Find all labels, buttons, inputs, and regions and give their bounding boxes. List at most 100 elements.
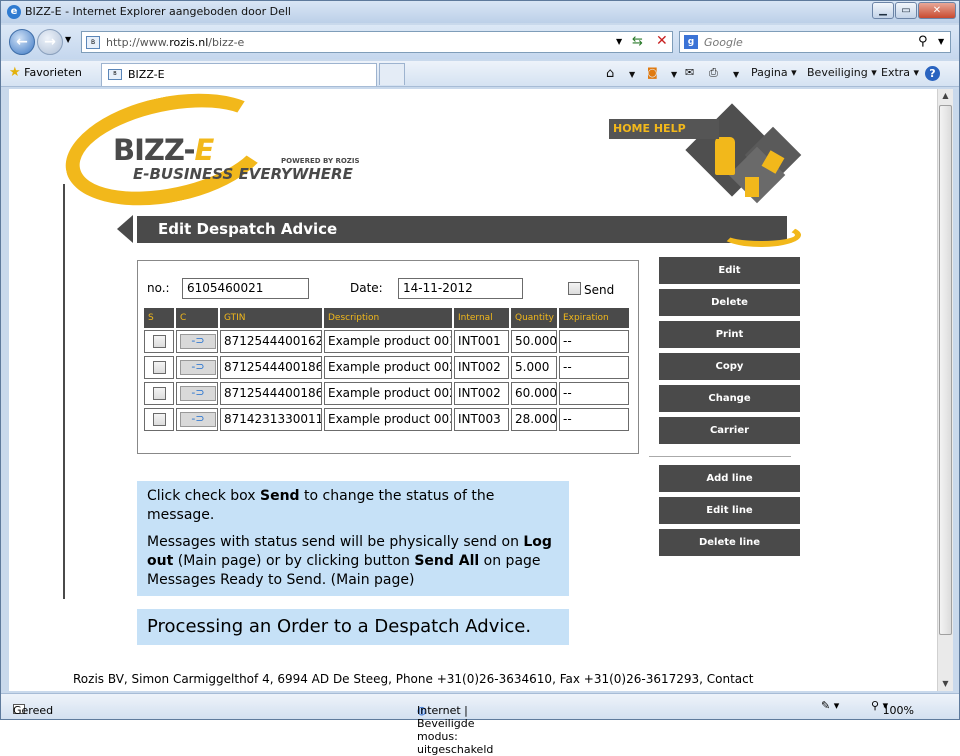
extra-menu[interactable]: Extra ▾ xyxy=(881,66,919,79)
stop-icon[interactable]: ✕ xyxy=(656,33,668,49)
print-dropdown-icon[interactable]: ▼ xyxy=(733,70,739,79)
row-checkbox[interactable] xyxy=(153,361,166,374)
logo-powered-by: POWERED BY ROZIS xyxy=(281,157,360,165)
page-menu[interactable]: Pagina ▾ xyxy=(751,66,797,79)
tab-bizz-e[interactable]: B BIZZ-E xyxy=(101,63,377,86)
zone-label: Internet | Beveiligde modus: uitgeschake… xyxy=(417,704,494,756)
page-icon: B xyxy=(86,36,100,49)
copy-button[interactable]: Copy xyxy=(659,353,800,380)
address-row: ← → ▼ B http://www.rozis.nl/bizz-e ▼ ⇆ ✕… xyxy=(1,25,959,59)
search-box[interactable]: g Google ⚲ ▼ xyxy=(679,31,951,53)
row-description: Example product 002 xyxy=(324,382,452,405)
address-bar[interactable]: B http://www.rozis.nl/bizz-e ▼ ⇆ ✕ xyxy=(81,31,673,53)
search-placeholder: Google xyxy=(704,36,743,49)
scroll-up-icon[interactable]: ▲ xyxy=(938,89,953,103)
button-separator xyxy=(649,456,791,457)
home-dropdown-icon[interactable]: ▼ xyxy=(629,70,635,79)
note-text: Messages with status send will be physic… xyxy=(147,534,524,550)
page-title: Edit Despatch Advice xyxy=(137,216,787,243)
send-label: Send xyxy=(584,283,615,297)
row-internal: INT003 xyxy=(454,408,509,431)
row-open-button[interactable]: -⊃ xyxy=(176,408,218,431)
feeds-icon[interactable]: ◙ xyxy=(647,66,658,79)
url-domain: rozis.nl xyxy=(169,36,209,49)
row-open-button[interactable]: -⊃ xyxy=(176,382,218,405)
print-icon[interactable]: ⎙ xyxy=(709,66,718,80)
favorites-button[interactable]: ★ Favorieten xyxy=(9,64,82,84)
home-help-link[interactable]: HOME HELP xyxy=(609,119,719,139)
forward-button[interactable]: → xyxy=(37,29,63,55)
mail-icon[interactable]: ✉ xyxy=(685,66,694,79)
row-select-cell xyxy=(144,356,174,379)
edit-line-button[interactable]: Edit line xyxy=(659,497,800,524)
row-gtin: 8714231330011 xyxy=(220,408,322,431)
zoom-control[interactable]: ⚲ 100% ▾ xyxy=(871,699,914,717)
google-icon: g xyxy=(684,35,698,49)
row-checkbox[interactable] xyxy=(153,387,166,400)
favorites-bar: ★ Favorieten B BIZZ-E ⌂ ▼ ◙ ▼ ✉ ⎙ ▼ Pagin… xyxy=(1,61,959,87)
note-bold: Send xyxy=(260,488,300,504)
extra-menu-label: Extra xyxy=(881,66,911,79)
arrow-right-icon: -⊃ xyxy=(180,334,216,349)
row-open-button[interactable]: -⊃ xyxy=(176,330,218,353)
row-select-cell xyxy=(144,408,174,431)
col-gtin: GTIN xyxy=(220,308,322,328)
scroll-thumb[interactable] xyxy=(939,105,952,635)
row-checkbox[interactable] xyxy=(153,413,166,426)
no-field[interactable]: 6105460021 xyxy=(182,278,309,299)
date-label: Date: xyxy=(350,281,383,295)
minimize-button[interactable]: ▁ xyxy=(872,2,894,19)
arrow-right-icon: -⊃ xyxy=(180,360,216,375)
change-button[interactable]: Change xyxy=(659,385,800,412)
note-text: (Main page) or by clicking button xyxy=(173,553,415,569)
security-menu-label: Beveiliging xyxy=(807,66,868,79)
row-open-button[interactable]: -⊃ xyxy=(176,356,218,379)
search-options-icon[interactable]: ▼ xyxy=(938,37,944,46)
row-checkbox[interactable] xyxy=(153,335,166,348)
help-icon[interactable]: ? xyxy=(925,66,940,81)
protected-mode-icon[interactable]: ✎ ▾ xyxy=(821,699,839,712)
row-description: Example product 001 xyxy=(324,330,452,353)
no-label: no.: xyxy=(147,281,170,295)
bottle-icon xyxy=(715,137,735,175)
vertical-scrollbar[interactable]: ▲ ▼ xyxy=(937,89,953,691)
page-content: BIZZ-E POWERED BY ROZIS E-BUSINESS EVERY… xyxy=(9,89,937,691)
logo-tagline: E-BUSINESS EVERYWHERE xyxy=(133,165,353,183)
search-icon[interactable]: ⚲ xyxy=(918,34,928,49)
shirt-icon xyxy=(745,177,759,197)
footer-text: Rozis BV, Simon Carmiggelthof 4, 6994 AD… xyxy=(73,672,754,686)
add-line-button[interactable]: Add line xyxy=(659,465,800,492)
delete-button[interactable]: Delete xyxy=(659,289,800,316)
tab-page-icon: B xyxy=(108,69,122,80)
title-bar: e BIZZ-E - Internet Explorer aangeboden … xyxy=(1,1,959,23)
delete-line-button[interactable]: Delete line xyxy=(659,529,800,556)
note-paragraph-1: Click check box Send to change the statu… xyxy=(147,487,559,525)
date-field[interactable]: 14-11-2012 xyxy=(398,278,523,299)
refresh-icon[interactable]: ⇆ xyxy=(632,34,643,49)
tab-label: BIZZ-E xyxy=(128,68,165,81)
close-button[interactable]: ✕ xyxy=(918,2,956,19)
address-url[interactable]: http://www.rozis.nl/bizz-e xyxy=(106,36,244,49)
history-dropdown-icon[interactable]: ▼ xyxy=(65,35,71,44)
security-menu[interactable]: Beveiliging ▾ xyxy=(807,66,877,79)
home-icon[interactable]: ⌂ xyxy=(606,66,614,81)
row-internal: INT001 xyxy=(454,330,509,353)
carrier-button[interactable]: Carrier xyxy=(659,417,800,444)
scroll-down-icon[interactable]: ▼ xyxy=(938,677,953,691)
edit-button[interactable]: Edit xyxy=(659,257,800,284)
col-internal-no: Internal no. xyxy=(454,308,509,343)
row-quantity: 28.000 xyxy=(511,408,557,431)
page-menu-label: Pagina xyxy=(751,66,788,79)
row-quantity: 5.000 xyxy=(511,356,557,379)
feeds-dropdown-icon[interactable]: ▼ xyxy=(671,70,677,79)
send-checkbox[interactable] xyxy=(568,282,581,295)
row-gtin: 8712544400186 xyxy=(220,382,322,405)
new-tab-button[interactable] xyxy=(379,63,405,85)
back-button[interactable]: ← xyxy=(9,29,35,55)
maximize-button[interactable]: ▭ xyxy=(895,2,917,19)
row-expiration: -- xyxy=(559,330,629,353)
address-dropdown-icon[interactable]: ▼ xyxy=(616,37,622,46)
note-bold: Send All xyxy=(414,553,480,569)
print-button[interactable]: Print xyxy=(659,321,800,348)
caption-box: Processing an Order to a Despatch Advice… xyxy=(137,609,569,645)
